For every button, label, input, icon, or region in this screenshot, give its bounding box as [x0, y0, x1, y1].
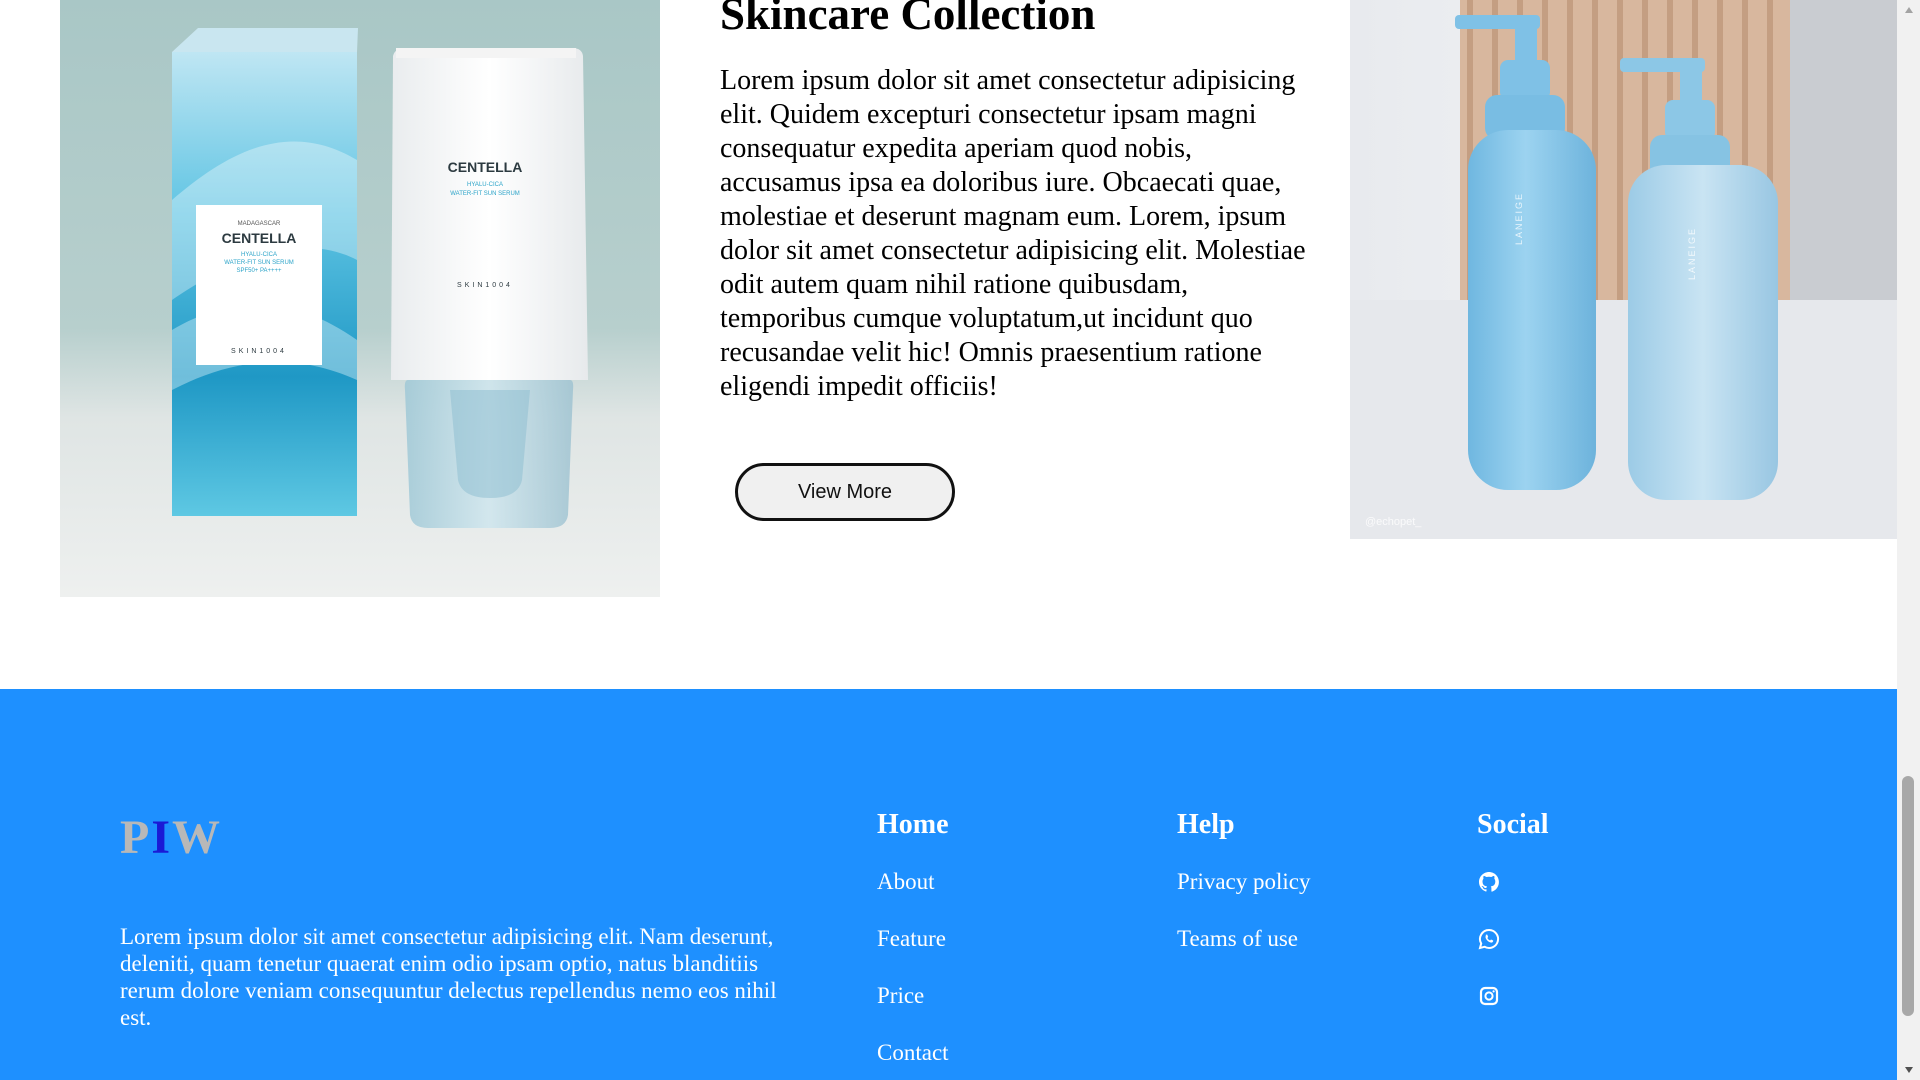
- scroll-up-arrow-icon[interactable]: [1897, 0, 1920, 20]
- tube-brand-text: CENTELLA: [448, 159, 523, 175]
- footer-link-contact[interactable]: Contact: [877, 1039, 949, 1066]
- box-maker-text: SKIN1004: [231, 348, 287, 355]
- footer-link-feature[interactable]: Feature: [877, 925, 949, 952]
- footer-column-home: Home About Feature Price Contact: [877, 808, 949, 1066]
- footer-link-privacy-policy[interactable]: Privacy policy: [1177, 868, 1311, 895]
- laneige-product-image: LANEIGE LANEIGE @echopet_: [1350, 0, 1897, 539]
- view-more-button[interactable]: View More: [735, 463, 955, 521]
- centella-product-image: MADAGASCAR CENTELLA HYALU-CICA WATER-FIT…: [60, 0, 660, 597]
- footer-link-teams-of-use[interactable]: Teams of use: [1177, 925, 1311, 952]
- bottle2-brand-text: LANEIGE: [1687, 227, 1697, 280]
- box-origin-text: MADAGASCAR: [238, 221, 281, 227]
- box-spf-text: SPF50+ PA++++: [236, 268, 282, 274]
- tube-line-text: HYALU-CICA: [467, 182, 503, 188]
- page-scrollbar[interactable]: [1897, 0, 1920, 1080]
- footer-link-about[interactable]: About: [877, 868, 949, 895]
- box-brand-text: CENTELLA: [222, 230, 297, 246]
- page: MADAGASCAR CENTELLA HYALU-CICA WATER-FIT…: [0, 0, 1920, 1080]
- instagram-icon[interactable]: [1477, 984, 1501, 1008]
- github-icon[interactable]: [1477, 870, 1501, 894]
- footer-links-home: About Feature Price Contact: [877, 868, 949, 1066]
- footer-column-social: Social: [1477, 808, 1549, 1008]
- box-line-text: HYALU-CICA: [241, 252, 277, 258]
- scroll-down-arrow-icon[interactable]: [1897, 1060, 1920, 1080]
- footer-heading-home: Home: [877, 809, 949, 840]
- footer-logo[interactable]: PIW: [120, 811, 222, 865]
- footer-column-help: Help Privacy policy Teams of use: [1177, 808, 1311, 952]
- footer-heading-social: Social: [1477, 809, 1549, 840]
- site-footer: PIW Lorem ipsum dolor sit amet consectet…: [0, 689, 1897, 1080]
- tube-maker-text: SKIN1004: [457, 282, 513, 289]
- tube-product-text: WATER-FIT SUN SERUM: [450, 191, 520, 197]
- scrollbar-thumb[interactable]: [1902, 776, 1914, 1016]
- footer-heading-help: Help: [1177, 809, 1235, 840]
- logo-letter-i: I: [151, 811, 173, 864]
- product-description: Lorem ipsum dolor sit amet consectetur a…: [720, 65, 1306, 402]
- box-product-text: WATER-FIT SUN SERUM: [224, 260, 294, 266]
- product-text-block: Skincare Collection Lorem ipsum dolor si…: [720, 0, 1320, 404]
- footer-description: Lorem ipsum dolor sit amet consectetur a…: [120, 924, 777, 1030]
- product-title: Skincare Collection: [720, 0, 1096, 39]
- product-section: MADAGASCAR CENTELLA HYALU-CICA WATER-FIT…: [0, 0, 1897, 689]
- bottle1-brand-text: LANEIGE: [1514, 192, 1524, 245]
- logo-letter-w: W: [172, 811, 223, 864]
- footer-links-help: Privacy policy Teams of use: [1177, 868, 1311, 952]
- logo-letter-p: P: [120, 811, 152, 864]
- social-icons: [1477, 870, 1549, 1008]
- footer-link-price[interactable]: Price: [877, 982, 949, 1009]
- whatsapp-icon[interactable]: [1477, 927, 1501, 951]
- image-watermark: @echopet_: [1365, 516, 1422, 528]
